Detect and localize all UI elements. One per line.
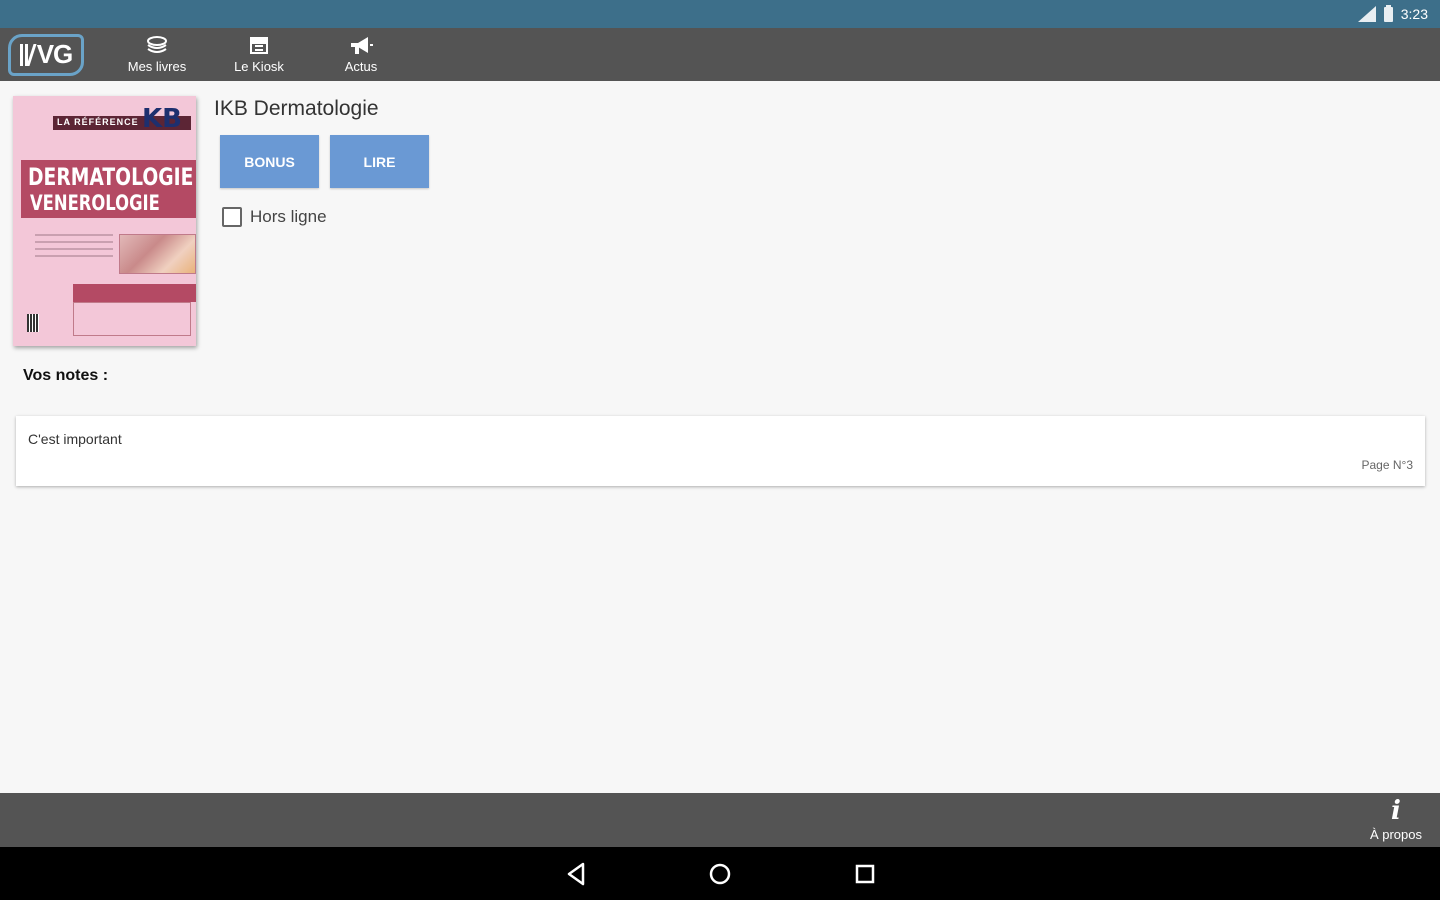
back-icon[interactable] [563, 860, 591, 888]
bottom-bar: i À propos [0, 793, 1440, 847]
kiosk-icon [250, 37, 268, 54]
cover-brand: KB [142, 104, 182, 134]
nav-label: Le Kiosk [234, 59, 284, 74]
nav-label: Actus [344, 59, 378, 74]
barcode-icon [27, 314, 39, 332]
app-logo[interactable]: VG [8, 33, 84, 76]
info-icon: i [1391, 796, 1401, 826]
cover-title-line1: DERMATOLOGIE [28, 163, 194, 191]
cover-series: LA RÉFÉRENCE [57, 117, 139, 127]
offline-toggle[interactable]: Hors ligne [222, 207, 327, 227]
system-nav-bar [0, 847, 1440, 900]
read-button[interactable]: LIRE [330, 135, 429, 188]
recent-apps-icon[interactable] [851, 860, 879, 888]
note-card[interactable]: C'est important Page N°3 [16, 416, 1425, 486]
nav-actus[interactable]: Actus [310, 28, 412, 81]
bonus-button[interactable]: BONUS [220, 135, 319, 188]
status-time: 3:23 [1400, 6, 1428, 22]
note-page: Page N°3 [1361, 458, 1414, 472]
notes-heading: Vos notes : [23, 367, 109, 384]
offline-label: Hors ligne [250, 207, 327, 226]
status-bar: 3:23 [0, 0, 1440, 28]
logo-bars-icon [19, 43, 37, 66]
nav-le-kiosk[interactable]: Le Kiosk [208, 28, 310, 81]
app-toolbar: VG Mes livres Le Kiosk Actus [0, 28, 1440, 81]
nav-label: Mes livres [127, 59, 187, 74]
signal-icon [1357, 6, 1376, 22]
books-icon [147, 36, 167, 53]
home-icon[interactable] [706, 860, 734, 888]
megaphone-icon [351, 37, 373, 54]
offline-checkbox[interactable] [222, 207, 242, 227]
note-text: C'est important [28, 431, 122, 447]
cover-photo [119, 234, 196, 274]
logo-text: VG [36, 39, 74, 69]
book-cover[interactable]: LA RÉFÉRENCE KB DERMATOLOGIE VENEROLOGIE [13, 96, 196, 346]
book-title: IKB Dermatologie [214, 97, 379, 120]
about-button[interactable]: i À propos [1366, 798, 1426, 842]
nav-mes-livres[interactable]: Mes livres [106, 28, 208, 81]
about-label: À propos [1369, 827, 1423, 842]
cover-title-line2: VENEROLOGIE [30, 191, 160, 215]
battery-icon [1383, 4, 1393, 22]
